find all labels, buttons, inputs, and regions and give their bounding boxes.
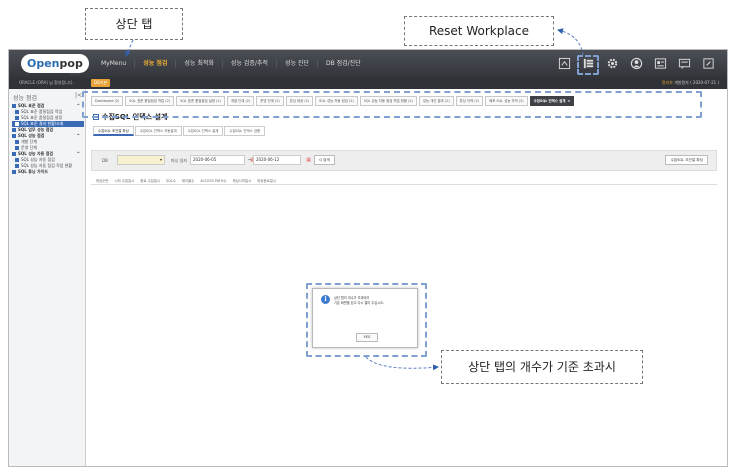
subtab-condition-parsing[interactable]: 수집SQL 조건절 파싱	[93, 126, 134, 136]
reset-workplace-callout: Reset Workplace	[404, 16, 554, 46]
date-to-field[interactable]: 2020-06-12 ▦	[253, 155, 311, 165]
sidebar-item-label: SQL 업무 성능 점검	[18, 127, 54, 132]
user-name-date: 개발원자 ( 2020-07-21 )	[674, 80, 719, 85]
folder-icon	[12, 151, 16, 156]
sidebar-item-label: SQL 성능 자동 점검	[18, 151, 54, 156]
table-header: 파싱순번 시작 수집일시 종료 수집일시 SQL수 테이블수 ACCESS PA…	[91, 176, 717, 185]
sidebar-item-label: 개발 단계	[21, 139, 37, 144]
col-header[interactable]: ACCESS PATH수	[200, 178, 226, 183]
folder-icon	[12, 169, 16, 174]
col-header[interactable]: 파싱순번	[96, 178, 108, 183]
parse-button[interactable]: 수집SQL 조건절 파싱	[665, 155, 708, 165]
db-select[interactable]: ▾	[117, 155, 165, 165]
date-from-field[interactable]: 2020-06-05▦	[190, 155, 255, 165]
user-role: 관리자	[661, 80, 673, 85]
menu-mymenu[interactable]: MyMenu	[93, 60, 136, 68]
subtab-auto-design[interactable]: 수집SQL 인덱스 자동설계	[134, 126, 182, 136]
db-label: DB	[102, 158, 108, 163]
filter-panel: DB ▾ 파싱 일자 2020-06-05▦ ~ 2020-06-12 ▦ Q 검…	[91, 150, 717, 171]
message-icon[interactable]	[676, 55, 693, 72]
main-menu: MyMenu 성능 점검 성능 최적화 성능 검증/추적 성능 진단 DB 점검…	[93, 50, 369, 78]
col-header[interactable]: 파싱종료일시	[257, 178, 276, 183]
logo-open-text: Open	[27, 57, 60, 70]
page-icon	[15, 121, 19, 126]
date-separator: ~	[248, 157, 252, 162]
user-info: 관리자 개발원자 ( 2020-07-21 )	[662, 80, 719, 86]
page-icon	[15, 139, 19, 144]
reset-workplace-icon[interactable]	[556, 55, 573, 72]
page-icon	[15, 145, 19, 150]
folder-icon	[12, 133, 16, 138]
sidebar-menu-list: SQL 표준 점검 ^ SQL 표준 품질점검 작업 SQL 표준 품질점검 설정…	[12, 103, 84, 175]
page-icon	[15, 109, 19, 114]
col-header[interactable]: 테이블수	[182, 178, 194, 183]
id-card-icon[interactable]	[652, 55, 669, 72]
menu-db-diagnosis[interactable]: DB 점검/진단	[318, 60, 369, 68]
gear-icon[interactable]	[604, 55, 621, 72]
db-welcome-message: ORACLE (ORA) 님 환영합니다.	[19, 80, 74, 85]
col-header[interactable]: 종료 수집일시	[140, 178, 160, 183]
top-navigation-bar: Openpop v3.0.2 MyMenu 성능 점검 성능 최적화 성능 검증…	[9, 50, 727, 78]
sidebar-item-label: SQL 표준 점검	[18, 103, 45, 108]
sidebar: 성능 점검 |<- SQL 표준 점검 ^ SQL 표준 품질점검 작업 SQL …	[9, 89, 86, 466]
menu-performance-optimization[interactable]: 성능 최적화	[176, 60, 223, 68]
search-button[interactable]: Q 검색	[314, 155, 335, 165]
calendar-icon[interactable]: ▦	[306, 156, 311, 164]
tab-callout: 상단 탭	[85, 8, 183, 40]
col-header[interactable]: 시작 수집일시	[114, 178, 134, 183]
page-icon	[15, 163, 19, 168]
sidebar-item-tuning-guide[interactable]: SQL 튜닝 가이드	[12, 169, 84, 175]
page-icon	[15, 157, 19, 162]
page-icon	[15, 115, 19, 120]
parse-date-label: 파싱 일자	[171, 158, 187, 163]
date-from-value: 2020-06-05	[193, 157, 217, 162]
date-to-value: 2020-06-12	[256, 157, 280, 162]
sidebar-item-label: SQL 튜닝 가이드	[18, 169, 49, 174]
sidebar-item-label: SQL 표준 결과 현황/조회	[21, 121, 64, 126]
chevron-down-icon: ▾	[159, 157, 162, 162]
tab-exceed-callout: 상단 탭의 개수가 기준 초과시	[441, 350, 643, 384]
col-header[interactable]: 파싱시작일시	[233, 178, 252, 183]
menu-performance-tracking[interactable]: 성능 검증/추적	[223, 60, 277, 68]
menu-performance-check[interactable]: 성능 점검	[135, 60, 177, 68]
help-book-icon[interactable]	[700, 55, 717, 72]
subtab-index-verify[interactable]: 수집SQL 인덱스 검증	[224, 126, 266, 136]
user-icon[interactable]	[628, 55, 645, 72]
sidebar-item-label: SQL 표준 품질점검 작업	[21, 109, 63, 114]
page: Openpop v3.0.2 MyMenu 성능 점검 성능 최적화 성능 검증…	[0, 0, 734, 471]
sidebar-item-label: 운영 단계	[21, 145, 37, 150]
info-bar: ORACLE (ORA) 님 환영합니다. DB기본 관리자 개발원자 ( 20…	[9, 78, 727, 89]
folder-icon	[12, 103, 16, 108]
sidebar-item-label: SQL 성능 자동 점검	[21, 157, 55, 162]
sidebar-item-label: SQL 표준 품질점검 설정	[21, 115, 63, 120]
sidebar-item-label: SQL 성능 점검	[18, 133, 45, 138]
subtab-index-design[interactable]: 수집SQL 인덱스 설계	[182, 126, 224, 136]
db-badge[interactable]: DB기본	[91, 79, 111, 87]
folder-icon	[12, 127, 16, 132]
menu-performance-diagnosis[interactable]: 성능 진단	[277, 60, 318, 68]
openpop-logo[interactable]: Openpop v3.0.2	[21, 54, 89, 76]
sub-tab-strip: 수집SQL 조건절 파싱 수집SQL 인덱스 자동설계 수집SQL 인덱스 설계…	[93, 126, 266, 136]
col-header[interactable]: SQL수	[166, 178, 176, 183]
sidebar-item-label: SQL 성능 자동 점검 작업 현황	[21, 163, 73, 168]
sidebar-title: 성능 점검	[13, 95, 37, 102]
dialog-highlight	[306, 283, 427, 357]
reset-highlight	[577, 55, 599, 75]
tab-strip-highlight	[82, 91, 702, 118]
